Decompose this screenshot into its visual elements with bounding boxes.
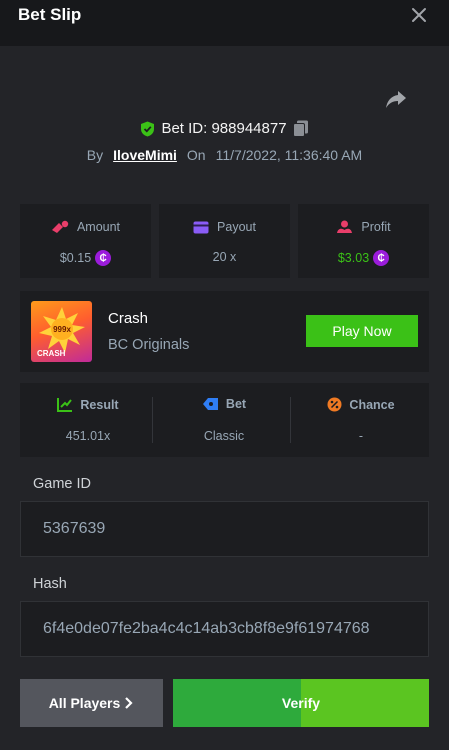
bet-label: Bet [225,397,247,411]
on-label: On [186,147,206,163]
bet-datetime: 11/7/2022, 11:36:40 AM [215,147,363,163]
bcd-coin-icon: ₵ [373,250,390,266]
results-panel: Result 451.01x Bet Classic Chance - [20,383,429,457]
thumbnail-title: CRASH [37,349,66,358]
payout-value: 20 x [212,250,237,264]
divider [152,397,153,443]
profit-icon [336,220,353,234]
crash-game-thumbnail[interactable]: 999x CRASH [31,301,92,362]
by-label: By [86,147,104,163]
bet-column: Bet Classic [156,383,292,457]
profit-value: $3.03 [337,251,370,265]
result-value: 451.01x [65,429,111,443]
result-chart-icon [57,397,73,412]
hash-field[interactable]: 6f4e0de07fe2ba4c4c14ab3cb8f8e9f61974768 [20,601,429,657]
game-id-label: Game ID [33,476,92,492]
username-link[interactable]: IloveMimi [113,147,177,163]
close-icon[interactable] [411,7,427,23]
all-players-label: All Players [48,695,121,711]
all-players-button[interactable]: All Players [20,679,163,727]
amount-label: Amount [76,220,121,234]
profit-card: Profit $3.03 ₵ [298,204,429,278]
bet-value: Classic [203,429,245,443]
copy-icon[interactable] [292,120,309,137]
bet-id: Bet ID: 988944877 [161,120,287,137]
amount-card: Amount $0.15 ₵ [20,204,151,278]
shield-check-icon [140,121,155,137]
page-title: Bet Slip [18,5,82,24]
bet-id-row: Bet ID: 988944877 [0,120,449,142]
result-label: Result [80,397,119,412]
game-id-field[interactable]: 5367639 [20,501,429,557]
bet-meta-row: By IloveMimi On 11/7/2022, 11:36:40 AM [0,147,449,167]
payout-label: Payout [217,220,256,234]
verify-button[interactable]: Verify [173,679,429,727]
chance-percent-icon [327,397,342,412]
payout-card: Payout 20 x [159,204,290,278]
wallet-icon [193,221,209,234]
header-bar: Bet Slip [0,0,449,46]
result-column: Result 451.01x [20,383,156,457]
chance-column: Chance - [293,383,429,457]
bet-amount-icon [51,220,69,234]
profit-label: Profit [361,220,391,234]
game-card: 999x CRASH Crash BC Originals Play Now [20,291,429,372]
play-now-button[interactable]: Play Now [306,315,418,347]
chance-label: Chance [349,397,395,412]
chance-value: - [358,429,364,443]
thumbnail-badge: 999x [53,325,71,334]
share-icon[interactable] [385,88,407,110]
amount-value: $0.15 [59,251,92,265]
game-name: Crash [108,310,149,327]
game-provider: BC Originals [108,337,190,353]
hash-label: Hash [33,576,67,592]
chevron-right-icon [124,697,134,709]
bet-tag-icon [202,397,219,411]
divider [290,397,291,443]
bcd-coin-icon: ₵ [95,250,112,266]
